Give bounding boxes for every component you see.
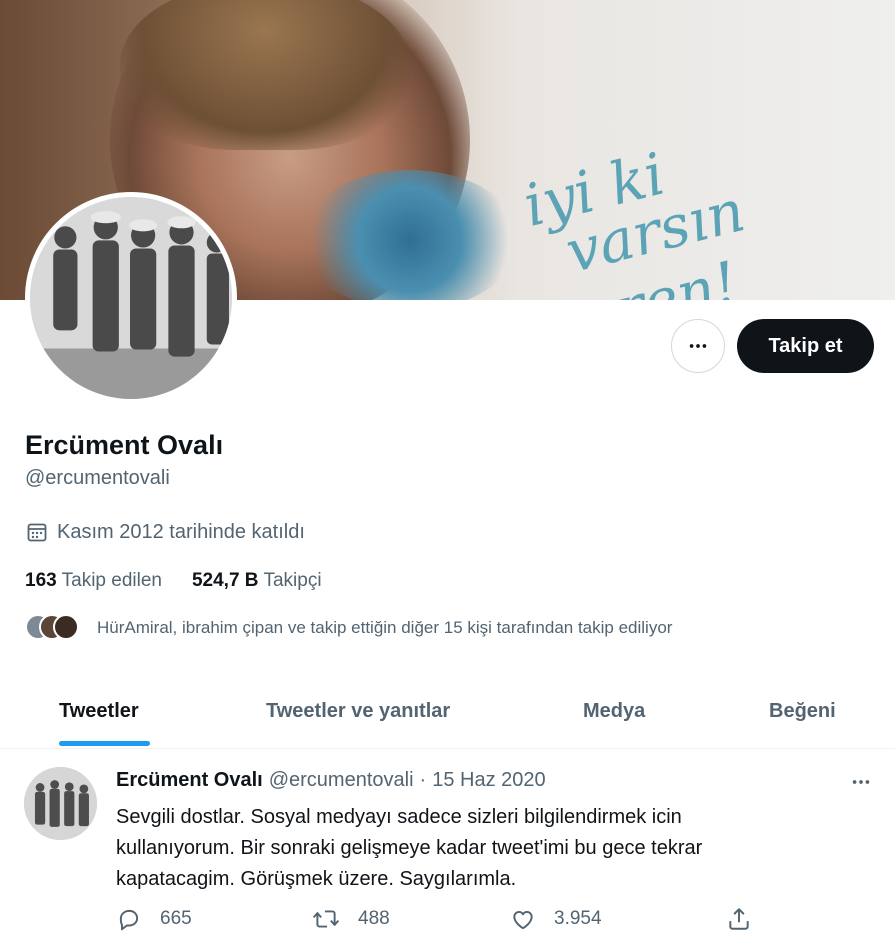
tweet-actions: 665 488 3.954	[116, 906, 776, 940]
reply-icon	[119, 909, 139, 931]
tweet-author-handle[interactable]: @ercumentovali	[269, 769, 414, 792]
tweet-author-name[interactable]: Ercüment Ovalı	[116, 769, 263, 792]
joined-date: Kasım 2012 tarihinde katıldı	[25, 520, 305, 544]
followers-label: Takipçi	[263, 570, 322, 591]
active-tab-indicator	[59, 741, 150, 746]
banner-hair	[120, 0, 410, 150]
mini-avatar	[53, 614, 79, 640]
reply-count: 665	[160, 908, 192, 929]
like-button[interactable]: 3.954	[510, 906, 602, 932]
profile-avatar[interactable]	[25, 192, 237, 404]
profile-handle: @ercumentovali	[25, 467, 170, 489]
joined-text: Kasım 2012 tarihinde katıldı	[57, 520, 305, 543]
followers-count: 524,7 B	[191, 570, 259, 591]
retweet-icon	[312, 910, 340, 928]
reply-button[interactable]: 665	[116, 906, 192, 932]
more-icon	[689, 344, 707, 348]
profile-name: Ercüment Ovalı	[25, 430, 224, 460]
tab-tweets-replies[interactable]: Tweetler ve yanıtlar	[266, 674, 450, 749]
retweet-button[interactable]: 488	[312, 906, 390, 932]
tab-tweets[interactable]: Tweetler	[59, 674, 150, 749]
calendar-icon	[27, 523, 47, 542]
avatar-photo	[30, 197, 232, 399]
tweet-date[interactable]: 15 Haz 2020	[432, 769, 545, 792]
like-icon	[513, 910, 533, 930]
retweet-count: 488	[358, 908, 390, 929]
followed-by-avatars	[25, 614, 85, 642]
tweet-avatar[interactable]	[24, 767, 97, 840]
tweet-text: Sevgili dostlar. Sosyal medyayı sadece s…	[116, 806, 703, 890]
profile-stats: 163 Takip edilen 524,7 B Takipçi	[25, 570, 352, 592]
tab-label: Beğeni	[769, 700, 836, 722]
following-label: Takip edilen	[61, 570, 162, 591]
tab-label: Tweetler ve yanıtlar	[266, 700, 451, 722]
tweet-more-button[interactable]	[846, 768, 876, 796]
share-button[interactable]	[726, 906, 770, 932]
tweet-avatar-photo	[24, 767, 97, 840]
followed-by-text: HürAmiral, ibrahim çipan ve takip ettiği…	[97, 618, 673, 637]
tab-likes[interactable]: Beğeni	[769, 674, 836, 749]
banner-splash	[300, 170, 520, 300]
tab-label: Tweetler	[59, 700, 139, 722]
followed-by-link[interactable]: HürAmiral, ibrahim çipan ve takip ettiği…	[25, 614, 672, 642]
tweet-separator: ·	[419, 769, 427, 791]
banner-script: iyi ki varsın eren!	[512, 70, 888, 300]
more-options-button[interactable]	[671, 319, 725, 373]
tweet[interactable]: Ercüment Ovalı @ercumentovali · 15 Haz 2…	[0, 750, 895, 949]
following-count: 163	[25, 570, 57, 591]
tab-label: Medya	[583, 700, 646, 722]
followers-link[interactable]: 524,7 B Takipçi	[192, 570, 322, 592]
follow-button[interactable]: Takip et	[737, 319, 874, 373]
profile-tabs: Tweetler Tweetler ve yanıtlar Medya Beğe…	[0, 674, 895, 749]
more-icon	[852, 780, 870, 784]
tab-media[interactable]: Medya	[583, 674, 645, 749]
tweet-header: Ercüment Ovalı @ercumentovali · 15 Haz 2…	[116, 769, 546, 792]
following-link[interactable]: 163 Takip edilen	[25, 570, 162, 592]
like-count: 3.954	[554, 908, 602, 929]
share-icon	[729, 908, 749, 930]
